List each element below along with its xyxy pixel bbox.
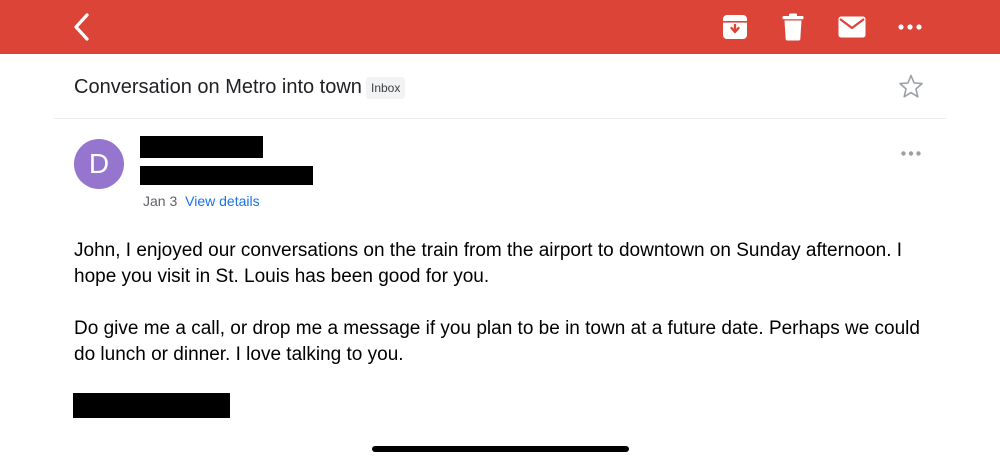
sender-avatar[interactable]: D bbox=[74, 139, 124, 189]
back-button[interactable] bbox=[62, 8, 102, 46]
archive-button[interactable] bbox=[715, 8, 755, 46]
mark-unread-button[interactable] bbox=[832, 8, 872, 46]
inbox-label-chip[interactable]: Inbox bbox=[366, 77, 406, 99]
archive-icon bbox=[723, 15, 747, 39]
delete-button[interactable] bbox=[773, 8, 813, 46]
message-paragraph: John, I enjoyed our conversations on the… bbox=[74, 240, 903, 287]
more-horizontal-icon bbox=[898, 24, 922, 30]
redacted-signature bbox=[73, 393, 230, 418]
message-more-button[interactable] bbox=[896, 140, 926, 166]
message-paragraph: Do give me a call, or drop me a message … bbox=[74, 318, 920, 365]
trash-icon bbox=[782, 13, 804, 41]
message-date: Jan 3 bbox=[143, 193, 178, 209]
redacted-recipient bbox=[140, 166, 313, 185]
star-outline-icon bbox=[899, 74, 923, 98]
envelope-icon bbox=[838, 16, 866, 38]
conversation-subject: Conversation on Metro into town bbox=[74, 76, 362, 98]
chevron-left-icon bbox=[74, 13, 89, 41]
redacted-sender-name bbox=[140, 136, 263, 158]
view-details-link[interactable]: View details bbox=[185, 193, 259, 209]
conversation-header: Conversation on Metro into town Inbox bbox=[0, 54, 1000, 118]
home-indicator[interactable] bbox=[372, 446, 629, 452]
message-meta: Jan 3 View details bbox=[143, 193, 260, 209]
more-options-button[interactable] bbox=[890, 8, 930, 46]
star-button[interactable] bbox=[896, 72, 926, 102]
header-divider bbox=[54, 118, 946, 119]
top-app-bar bbox=[0, 0, 1000, 54]
more-horizontal-icon bbox=[901, 150, 921, 156]
